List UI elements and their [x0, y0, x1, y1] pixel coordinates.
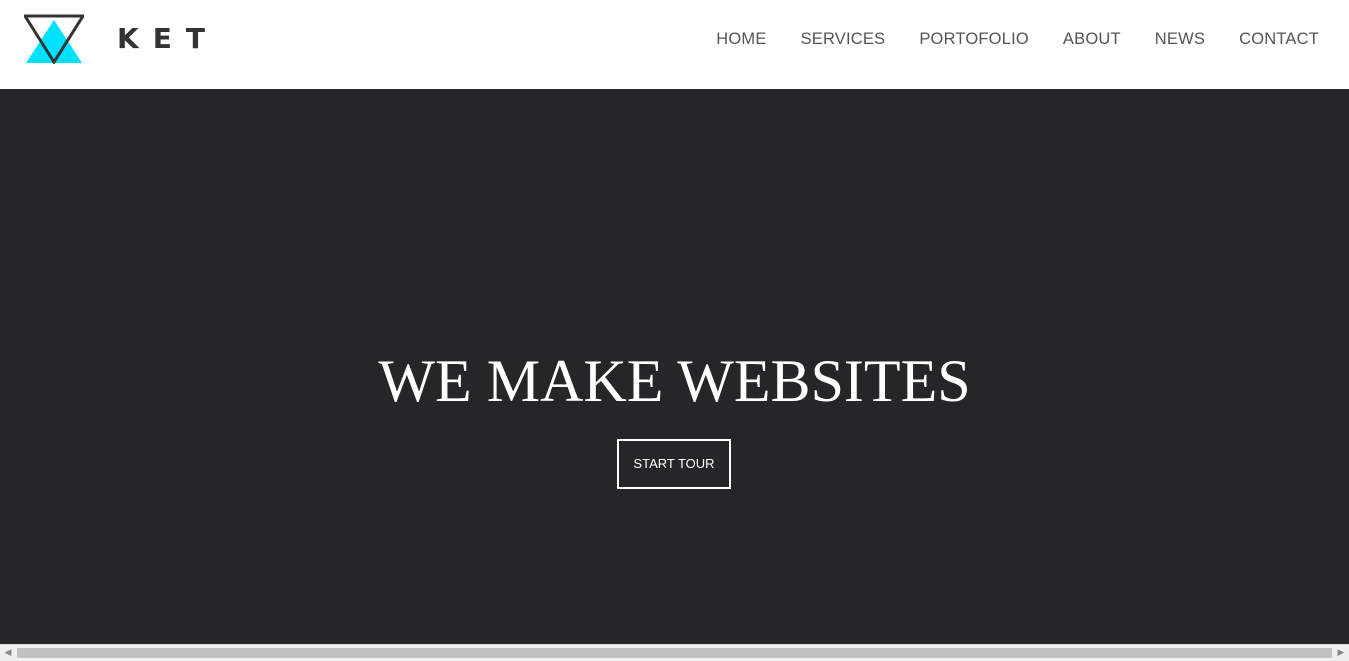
start-tour-button[interactable]: START TOUR	[617, 439, 731, 489]
nav-item-about[interactable]: ABOUT	[1063, 29, 1121, 49]
nav-item-services[interactable]: SERVICES	[801, 29, 886, 49]
scrollbar-thumb[interactable]	[17, 648, 1332, 658]
nav-item-home[interactable]: HOME	[716, 29, 766, 49]
page: KET HOME SERVICES PORTOFOLIO ABOUT NEWS …	[0, 0, 1349, 661]
site-header: KET HOME SERVICES PORTOFOLIO ABOUT NEWS …	[0, 0, 1349, 89]
nav-item-contact[interactable]: CONTACT	[1239, 29, 1319, 49]
main-nav: HOME SERVICES PORTOFOLIO ABOUT NEWS CONT…	[682, 29, 1319, 49]
brand-logo[interactable]: KET	[24, 14, 214, 64]
triangle-logo-icon	[24, 14, 84, 64]
nav-item-news[interactable]: NEWS	[1155, 29, 1205, 49]
arrow-right-icon[interactable]: ▶	[1333, 645, 1349, 661]
horizontal-scrollbar[interactable]: ◀ ▶	[0, 644, 1349, 661]
hero-section: WE MAKE WEBSITES START TOUR	[0, 89, 1349, 644]
brand-name: KET	[117, 22, 219, 55]
arrow-left-icon[interactable]: ◀	[0, 645, 16, 661]
nav-item-portofolio[interactable]: PORTOFOLIO	[919, 29, 1029, 49]
hero-title: WE MAKE WEBSITES	[378, 348, 971, 414]
